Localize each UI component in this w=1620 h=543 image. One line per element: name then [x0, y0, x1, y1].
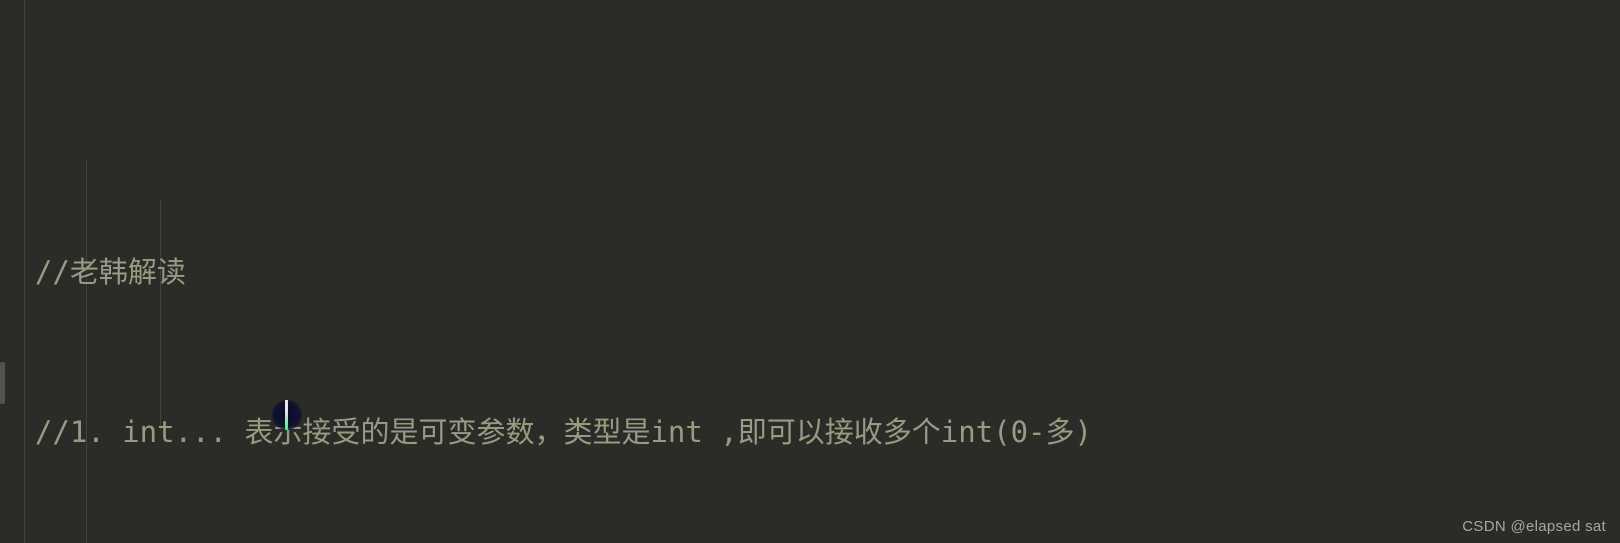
code-line-comment-1[interactable]: //1. int... 表示接受的是可变参数，类型是int ,即可以接收多个in…	[0, 412, 1620, 452]
code-content[interactable]: //老韩解读 //1. int... 表示接受的是可变参数，类型是int ,即可…	[0, 0, 1620, 543]
comment-1-prefix-text: //1. int...	[34, 415, 245, 449]
csdn-watermark: CSDN @elapsed sat	[1462, 518, 1606, 535]
code-line-comment-title[interactable]: //老韩解读	[0, 252, 1620, 292]
code-line-clipped-top[interactable]	[0, 92, 1620, 132]
code-editor[interactable]: //老韩解读 //1. int... 表示接受的是可变参数，类型是int ,即可…	[0, 0, 1620, 543]
text-caret	[285, 400, 288, 430]
comment-title-text: //老韩解读	[34, 255, 186, 289]
comment-1-body-text: 表示接受的是可变参数，类型是int ,即可以接收多个int(0-多)	[244, 415, 1092, 449]
